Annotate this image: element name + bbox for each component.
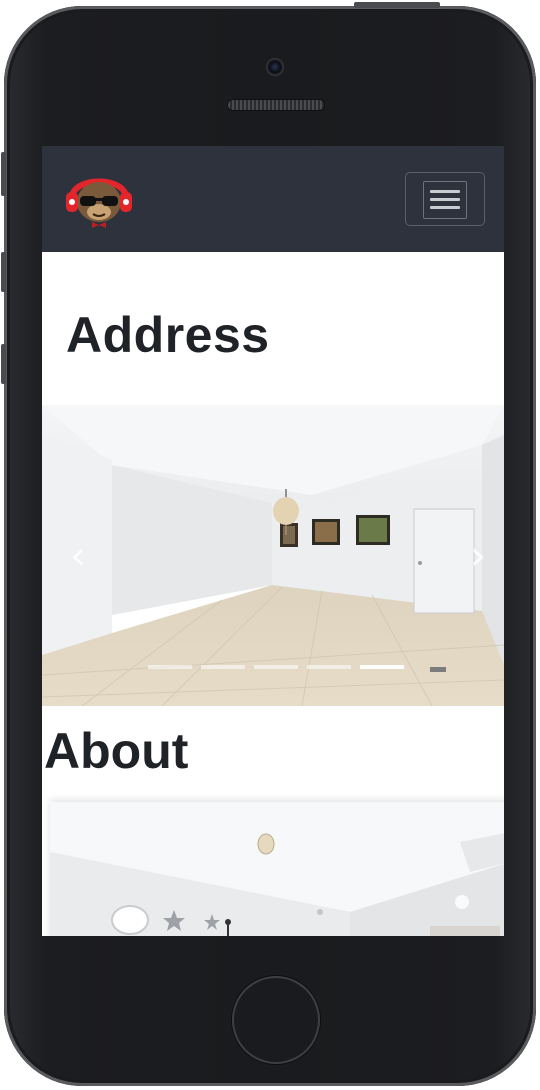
- address-heading: Address: [66, 307, 270, 363]
- earpiece-speaker: [228, 100, 324, 110]
- carousel-prev-button[interactable]: ‹: [58, 531, 98, 581]
- carousel-indicator-2[interactable]: [201, 665, 245, 669]
- about-heading: About: [44, 723, 189, 779]
- mute-switch: [1, 152, 6, 196]
- carousel-indicator-3[interactable]: [254, 665, 298, 669]
- about-room-photo: [50, 802, 504, 936]
- chevron-left-icon: ‹: [70, 533, 86, 579]
- power-button: [354, 2, 440, 8]
- chevron-right-icon: ›: [470, 533, 486, 579]
- dj-cat-logo-icon[interactable]: [64, 168, 134, 230]
- volume-down-button: [1, 344, 6, 384]
- volume-up-button: [1, 252, 6, 292]
- room-photo: [42, 405, 504, 706]
- carousel-indicator-5[interactable]: [360, 665, 404, 669]
- front-camera: [266, 58, 284, 76]
- navbar-toggle-button[interactable]: [405, 172, 485, 226]
- navbar: [42, 146, 504, 252]
- carousel-indicator-1[interactable]: [148, 665, 192, 669]
- carousel-indicator-4[interactable]: [307, 665, 351, 669]
- hamburger-menu-icon: [423, 181, 467, 219]
- home-button[interactable]: [232, 976, 320, 1064]
- carousel-indicators: [148, 665, 408, 669]
- carousel-next-button[interactable]: ›: [458, 531, 498, 581]
- photo-carousel[interactable]: ‹ ›: [42, 405, 504, 706]
- screen: Address ‹ › About: [42, 146, 504, 936]
